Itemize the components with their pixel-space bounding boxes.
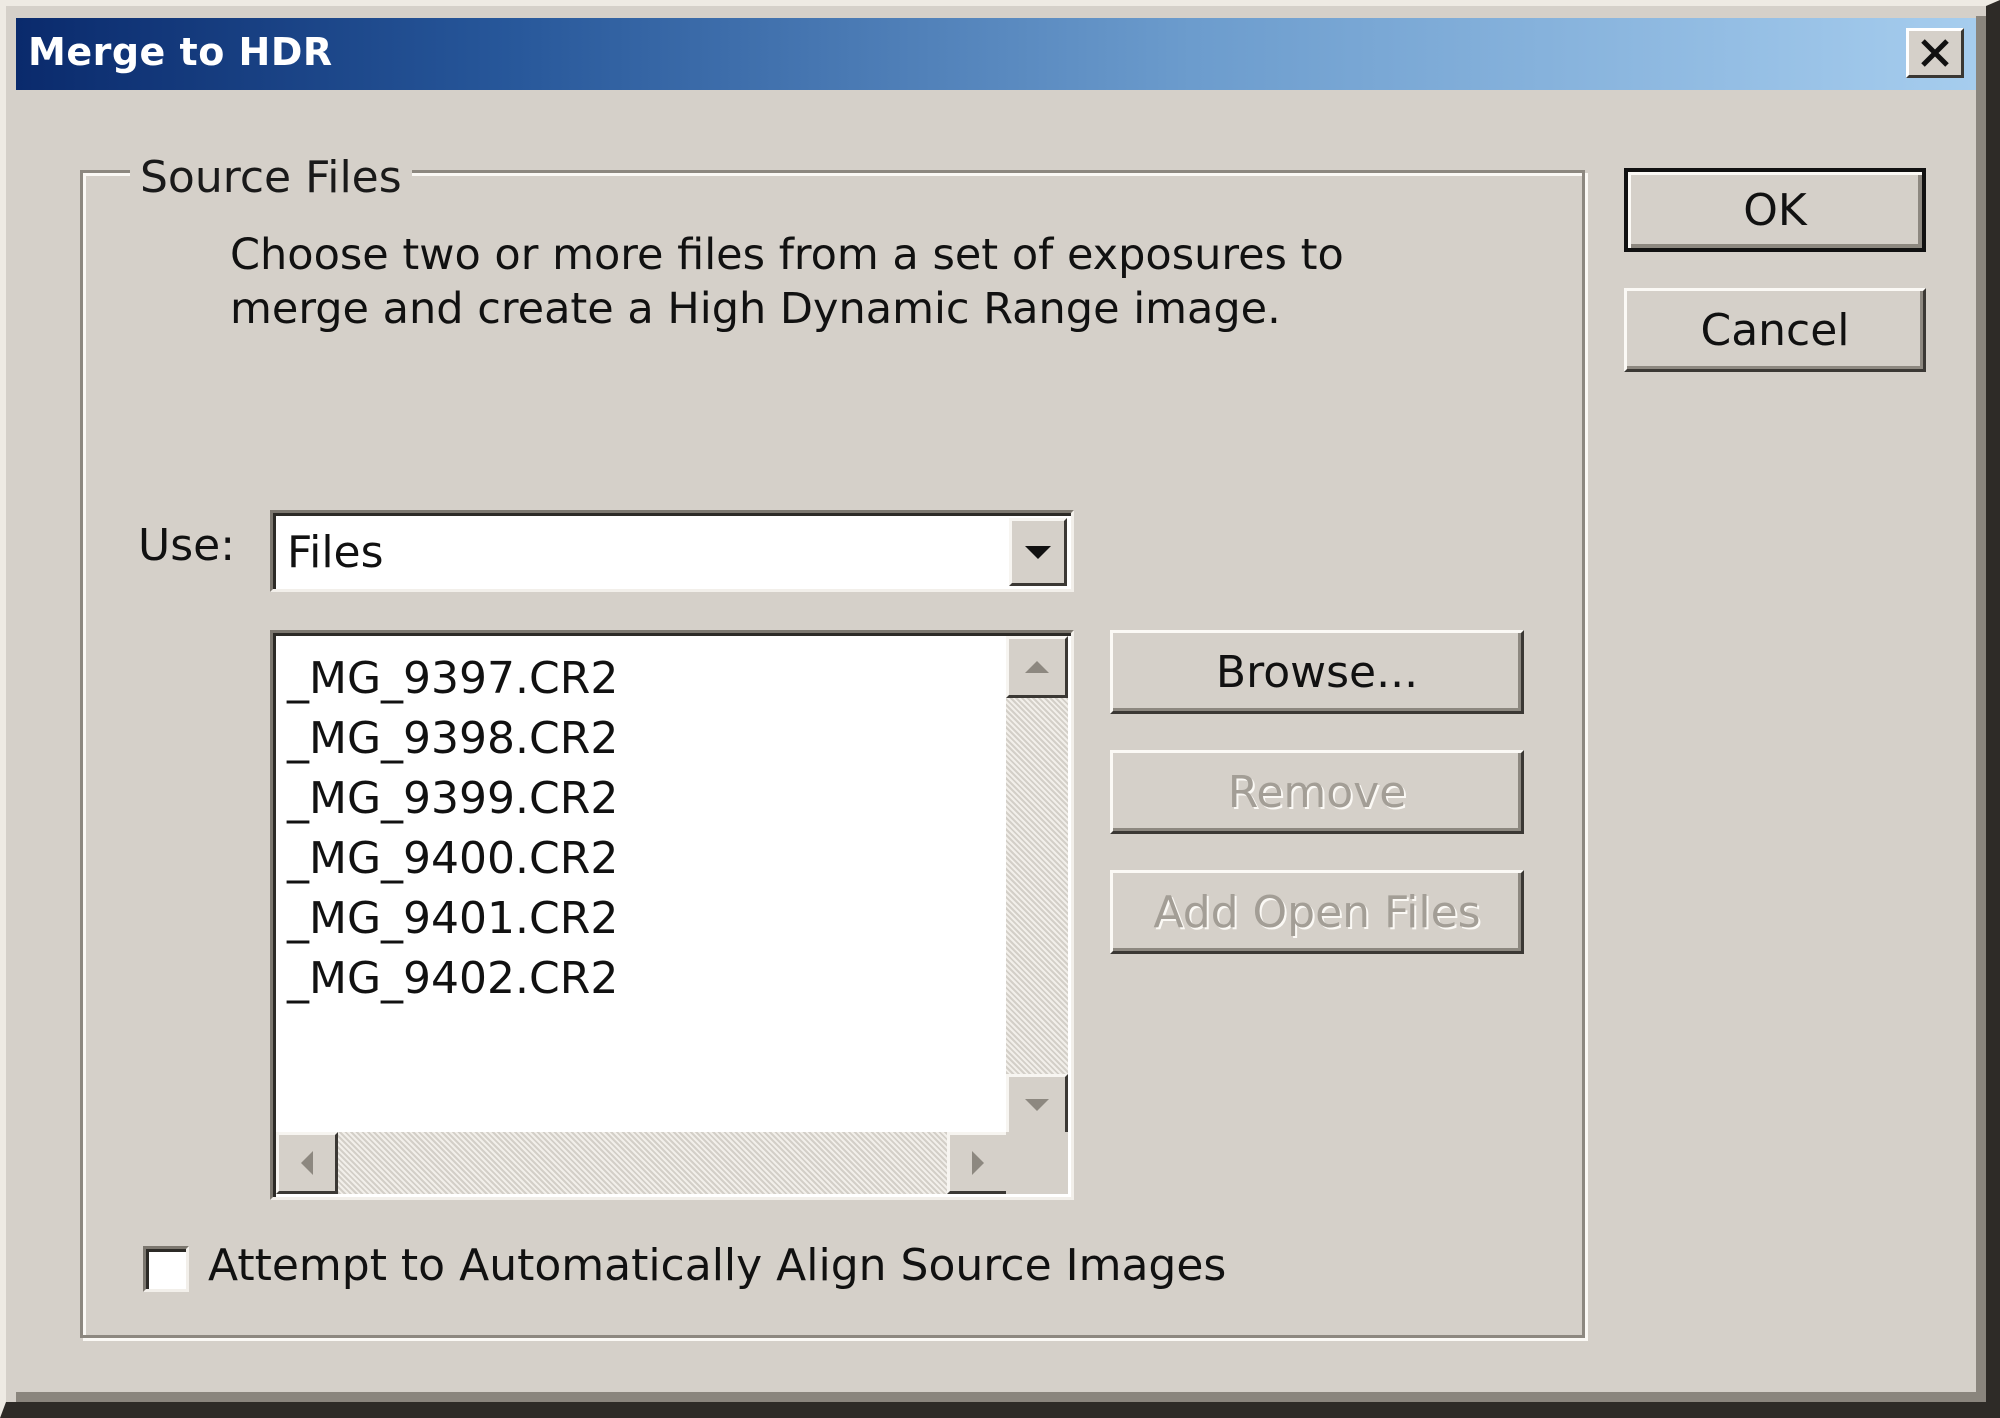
remove-button[interactable]: Remove	[1110, 750, 1524, 834]
scroll-right-button[interactable]	[947, 1132, 1009, 1194]
cancel-button[interactable]: Cancel	[1624, 288, 1926, 372]
list-item[interactable]: _MG_9401.CR2	[287, 889, 618, 949]
horizontal-scrollbar[interactable]	[276, 1132, 1009, 1194]
scroll-left-button[interactable]	[276, 1132, 338, 1194]
close-button[interactable]	[1906, 28, 1964, 78]
browse-button[interactable]: Browse...	[1110, 630, 1524, 714]
use-dropdown-value: Files	[287, 527, 384, 578]
arrow-up-icon	[1025, 661, 1049, 673]
ok-button[interactable]: OK	[1624, 168, 1926, 252]
source-files-description: Choose two or more files from a set of e…	[230, 228, 1370, 336]
use-label: Use:	[138, 520, 236, 571]
list-item[interactable]: _MG_9398.CR2	[287, 709, 618, 769]
description-line-1: Choose two or more files from a set of e…	[230, 230, 1344, 280]
list-item[interactable]: _MG_9399.CR2	[287, 769, 618, 829]
file-list-items: _MG_9397.CR2 _MG_9398.CR2 _MG_9399.CR2 _…	[287, 649, 618, 1009]
add-open-files-button[interactable]: Add Open Files	[1110, 870, 1524, 954]
arrow-right-icon	[972, 1151, 984, 1175]
arrow-down-icon	[1025, 1099, 1049, 1111]
align-images-checkbox[interactable]	[143, 1246, 189, 1292]
arrow-left-icon	[301, 1151, 313, 1175]
dialog-title: Merge to HDR	[28, 30, 333, 74]
scroll-corner	[1006, 1132, 1068, 1194]
close-icon	[1921, 39, 1949, 67]
list-item[interactable]: _MG_9402.CR2	[287, 949, 618, 1009]
align-images-label[interactable]: Attempt to Automatically Align Source Im…	[208, 1240, 1226, 1291]
chevron-down-icon	[1025, 545, 1051, 559]
scroll-down-button[interactable]	[1006, 1074, 1068, 1136]
list-item[interactable]: _MG_9400.CR2	[287, 829, 618, 889]
use-dropdown[interactable]: Files	[270, 510, 1074, 592]
source-files-legend: Source Files	[130, 152, 412, 203]
vertical-scrollbar[interactable]	[1006, 636, 1068, 1136]
description-line-2: merge and create a High Dynamic Range im…	[230, 284, 1281, 334]
list-item[interactable]: _MG_9397.CR2	[287, 649, 618, 709]
scroll-up-button[interactable]	[1006, 636, 1068, 698]
title-bar[interactable]: Merge to HDR	[16, 18, 1976, 90]
file-list[interactable]: _MG_9397.CR2 _MG_9398.CR2 _MG_9399.CR2 _…	[270, 630, 1074, 1200]
dropdown-arrow-button[interactable]	[1009, 518, 1067, 586]
